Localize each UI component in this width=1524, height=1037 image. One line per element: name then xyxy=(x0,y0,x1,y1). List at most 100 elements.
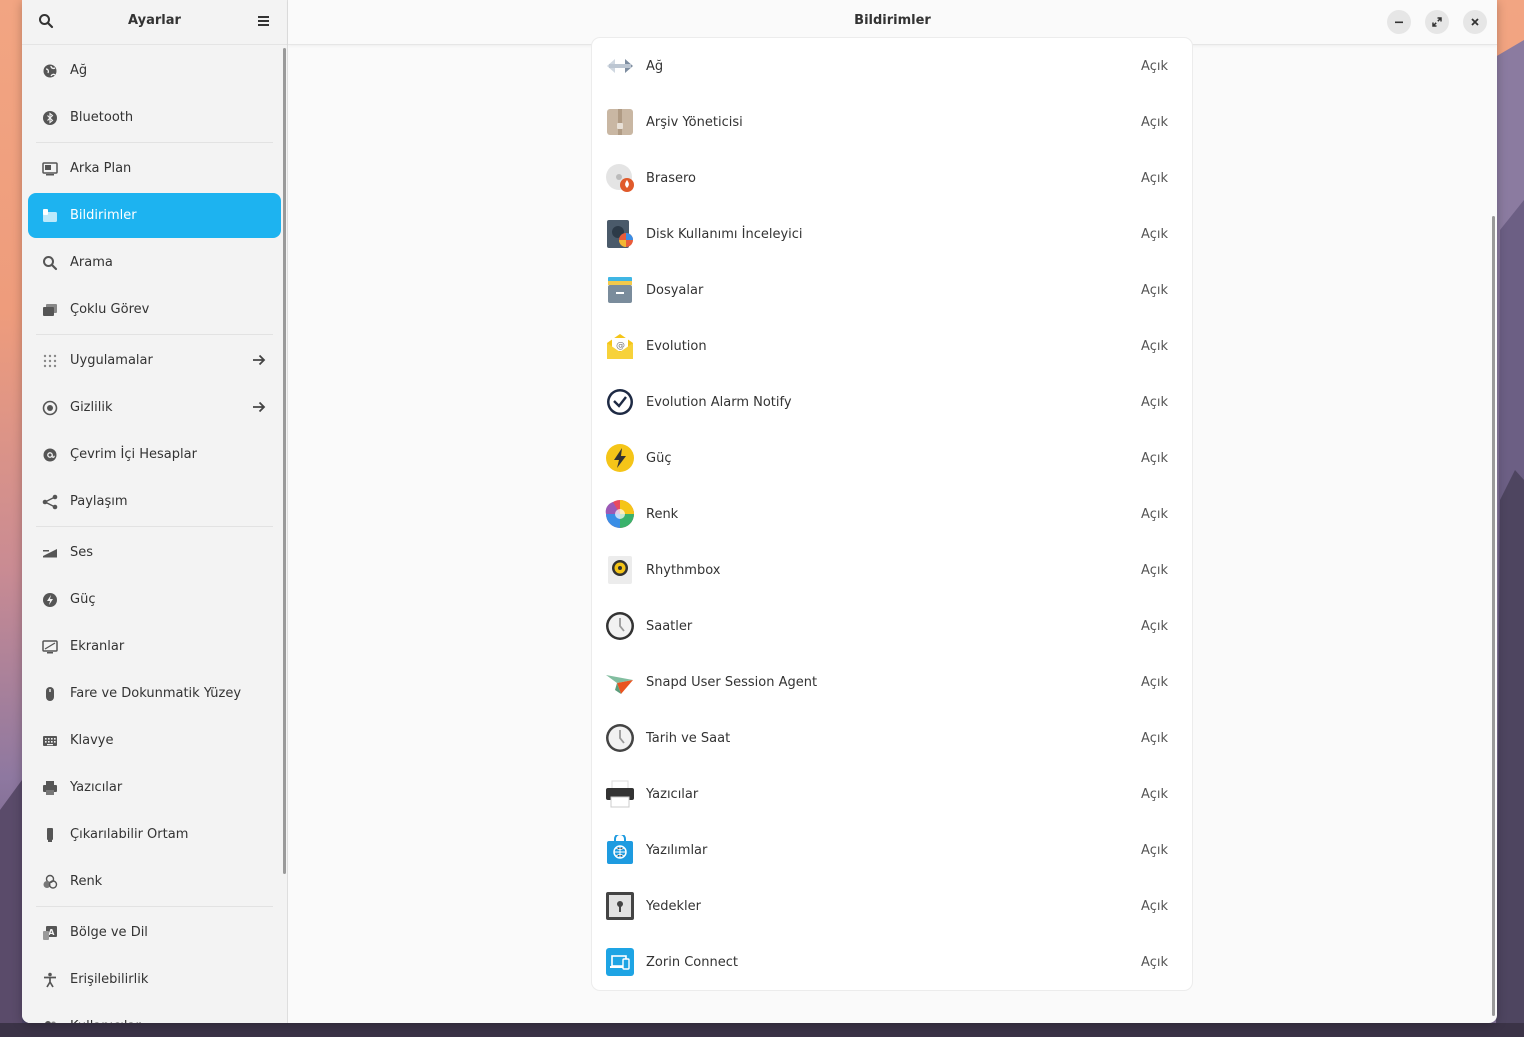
app-row[interactable]: Ağ Açık xyxy=(592,38,1192,94)
app-row[interactable]: Saatler Açık xyxy=(592,598,1192,654)
sidebar-item-label: Ses xyxy=(70,545,94,560)
app-name: Güç xyxy=(646,450,672,466)
sidebar-title: Ayarlar xyxy=(128,13,181,28)
sidebar-item-9[interactable]: Paylaşım xyxy=(28,479,281,524)
sidebar-item-18[interactable]: A Bölge ve Dil xyxy=(28,910,281,955)
app-status: Açık xyxy=(1141,730,1168,746)
color-icon xyxy=(42,874,58,890)
app-row[interactable]: Brasero Açık xyxy=(592,150,1192,206)
snapd-icon xyxy=(605,667,635,697)
hamburger-menu-icon[interactable] xyxy=(256,13,274,31)
app-row[interactable]: Dosyalar Açık xyxy=(592,262,1192,318)
sidebar-separator xyxy=(36,142,273,143)
region-language-icon: A xyxy=(42,925,58,941)
app-status: Açık xyxy=(1141,338,1168,354)
app-row[interactable]: Evolution Alarm Notify Açık xyxy=(592,374,1192,430)
sidebar-separator xyxy=(36,906,273,907)
sidebar-item-14[interactable]: Klavye xyxy=(28,718,281,763)
app-status: Açık xyxy=(1141,170,1168,186)
app-name: Yazılımlar xyxy=(646,842,708,858)
sidebar-item-label: Çıkarılabilir Ortam xyxy=(70,827,189,842)
app-status: Açık xyxy=(1141,562,1168,578)
main-scrollbar[interactable] xyxy=(1492,216,1495,1016)
sidebar-item-label: Renk xyxy=(70,874,103,889)
app-name: Tarih ve Saat xyxy=(646,730,731,746)
sidebar-item-1[interactable]: Bluetooth xyxy=(28,95,281,140)
evolution-icon: @ xyxy=(605,331,635,361)
sidebar-item-label: Çoklu Görev xyxy=(70,302,150,317)
close-button[interactable] xyxy=(1463,10,1487,34)
zorin-connect-icon xyxy=(605,947,635,977)
app-row[interactable]: Yazıcılar Açık xyxy=(592,766,1192,822)
app-status: Açık xyxy=(1141,114,1168,130)
app-status: Açık xyxy=(1141,674,1168,690)
settings-window: Ayarlar Ağ Bluetooth Arka Plan Bildirimler A… xyxy=(22,0,1497,1023)
sidebar-item-7[interactable]: Gizlilik xyxy=(28,385,281,430)
removable-media-icon xyxy=(42,827,58,843)
sidebar-item-20[interactable]: Kullanıcılar xyxy=(28,1004,281,1023)
power-bolt-icon xyxy=(605,443,635,473)
sidebar-item-12[interactable]: Ekranlar xyxy=(28,624,281,669)
app-row[interactable]: Renk Açık xyxy=(592,486,1192,542)
minimize-button[interactable] xyxy=(1387,10,1411,34)
sidebar-item-19[interactable]: Erişilebilirlik xyxy=(28,957,281,1002)
printer-icon xyxy=(42,780,58,796)
sidebar-item-16[interactable]: Çıkarılabilir Ortam xyxy=(28,812,281,857)
close-icon xyxy=(1471,18,1479,26)
app-status: Açık xyxy=(1141,786,1168,802)
app-status: Açık xyxy=(1141,954,1168,970)
keyboard-icon xyxy=(42,733,58,749)
sidebar-item-label: Bildirimler xyxy=(70,208,137,223)
sidebar-item-0[interactable]: Ağ xyxy=(28,48,281,93)
at-icon xyxy=(42,447,58,463)
arrow-right-icon xyxy=(251,352,267,368)
maximize-button[interactable] xyxy=(1425,10,1449,34)
accessibility-icon xyxy=(42,972,58,988)
sidebar-item-17[interactable]: Renk xyxy=(28,859,281,904)
svg-text:A: A xyxy=(48,928,55,937)
apps-grid-icon xyxy=(42,353,58,369)
app-name: Dosyalar xyxy=(646,282,704,298)
sidebar-list: Ağ Bluetooth Arka Plan Bildirimler Arama Çokl… xyxy=(28,48,281,1023)
app-row[interactable]: Tarih ve Saat Açık xyxy=(592,710,1192,766)
sidebar-separator xyxy=(36,526,273,527)
clocks-icon xyxy=(605,611,635,641)
sidebar-item-5[interactable]: Çoklu Görev xyxy=(28,287,281,332)
sidebar-item-11[interactable]: Güç xyxy=(28,577,281,622)
app-row[interactable]: Güç Açık xyxy=(592,430,1192,486)
app-name: Yazıcılar xyxy=(646,786,699,802)
sidebar-item-3[interactable]: Bildirimler xyxy=(28,193,281,238)
sidebar-item-8[interactable]: Çevrim İçi Hesaplar xyxy=(28,432,281,477)
app-row[interactable]: Zorin Connect Açık xyxy=(592,934,1192,990)
app-name: Evolution xyxy=(646,338,707,354)
app-row[interactable]: Yazılımlar Açık xyxy=(592,822,1192,878)
app-status: Açık xyxy=(1141,394,1168,410)
background-icon xyxy=(42,161,58,177)
sidebar-item-label: Fare ve Dokunmatik Yüzey xyxy=(70,686,242,701)
sidebar-item-10[interactable]: Ses xyxy=(28,530,281,575)
sidebar-item-6[interactable]: Uygulamalar xyxy=(28,338,281,383)
share-icon xyxy=(42,494,58,510)
app-row[interactable]: @ Evolution Açık xyxy=(592,318,1192,374)
sidebar-item-15[interactable]: Yazıcılar xyxy=(28,765,281,810)
search-icon xyxy=(42,255,58,271)
sidebar: Ayarlar Ağ Bluetooth Arka Plan Bildirimler A… xyxy=(22,0,288,1023)
sidebar-item-13[interactable]: Fare ve Dokunmatik Yüzey xyxy=(28,671,281,716)
brasero-icon xyxy=(605,163,635,193)
app-row[interactable]: Yedekler Açık xyxy=(592,878,1192,934)
app-status: Açık xyxy=(1141,58,1168,74)
sidebar-item-label: Kullanıcılar xyxy=(70,1019,141,1023)
files-icon xyxy=(605,275,635,305)
printers-icon xyxy=(605,779,635,809)
sidebar-scrollbar[interactable] xyxy=(283,48,286,874)
app-name: Ağ xyxy=(646,58,664,74)
app-row[interactable]: Rhythmbox Açık xyxy=(592,542,1192,598)
sidebar-item-4[interactable]: Arama xyxy=(28,240,281,285)
app-row[interactable]: Snapd User Session Agent Açık xyxy=(592,654,1192,710)
app-name: Renk xyxy=(646,506,679,522)
app-row[interactable]: Disk Kullanımı İnceleyici Açık xyxy=(592,206,1192,262)
app-row[interactable]: Arşiv Yöneticisi Açık xyxy=(592,94,1192,150)
sidebar-item-2[interactable]: Arka Plan xyxy=(28,146,281,191)
sidebar-header: Ayarlar xyxy=(22,0,287,45)
software-icon xyxy=(605,833,635,865)
